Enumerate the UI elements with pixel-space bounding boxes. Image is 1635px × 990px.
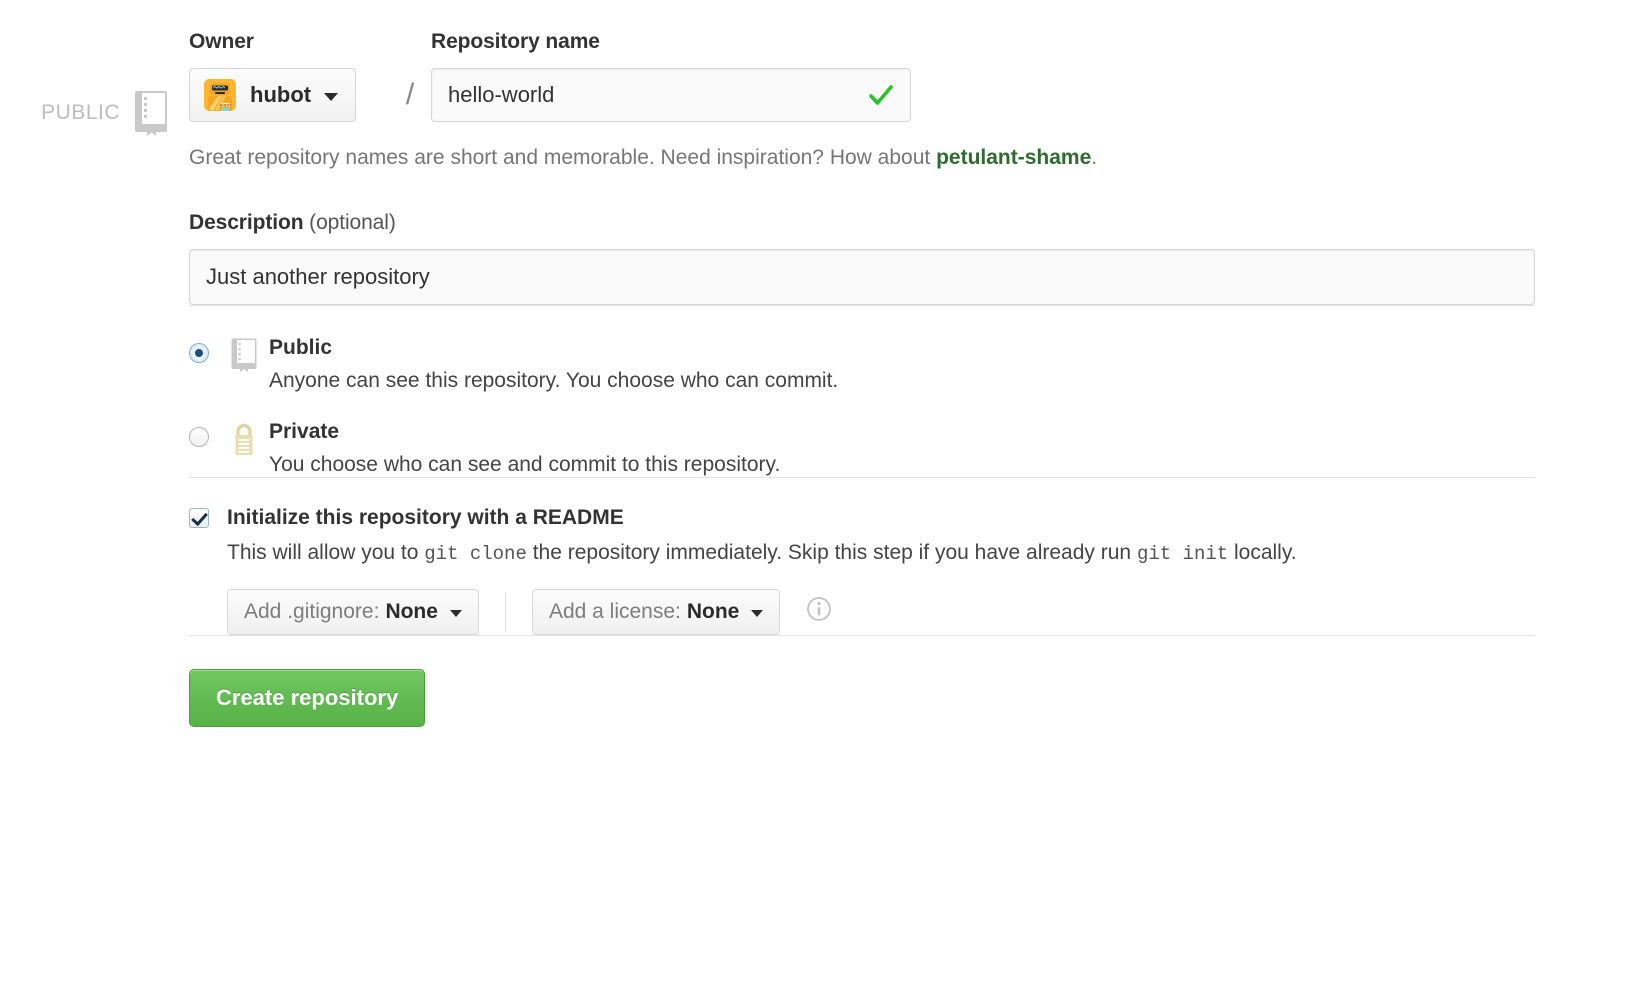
description-label-text: Description (189, 211, 304, 235)
new-repository-form: PUBLIC Owner HUBOT hubot / Repository na… (0, 0, 1635, 990)
visibility-options: Public Anyone can see this repository. Y… (189, 306, 1535, 477)
private-description: You choose who can see and commit to thi… (269, 452, 781, 476)
owner-name: hubot (250, 82, 312, 107)
public-option-text: Public Anyone can see this repository. Y… (269, 336, 1535, 393)
description-input-wrap (189, 249, 1535, 306)
submit-section: Create repository (189, 636, 1535, 727)
git-clone-code: git clone (424, 542, 527, 565)
private-title: Private (269, 419, 340, 443)
public-title: Public (269, 336, 333, 360)
hint-text-after: . (1091, 146, 1098, 169)
readme-desc-part3: locally. (1228, 540, 1297, 564)
license-dropdown-label: Add a license: (548, 599, 681, 623)
visibility-badge-label: PUBLIC (41, 101, 120, 124)
readme-desc-part2: the repository immediately. Skip this st… (526, 540, 1137, 564)
path-separator: / (405, 78, 415, 111)
description-field: Description (optional) (189, 211, 1535, 306)
readme-section: Initialize this repository with a README… (189, 478, 1535, 635)
readme-title: Initialize this repository with a README (227, 505, 624, 529)
hubot-avatar: HUBOT (203, 78, 237, 112)
lock-icon (229, 422, 259, 456)
book-icon (134, 90, 168, 136)
hint-text-before: Great repository names are short and mem… (189, 146, 937, 169)
repository-name-field: Repository name (431, 30, 911, 122)
license-dropdown[interactable]: Add a license: None (531, 588, 781, 635)
owner-and-name-row: Owner HUBOT hubot / Repository name hell… (189, 0, 1535, 122)
check-icon (868, 82, 894, 108)
repository-name-input[interactable] (432, 69, 910, 121)
readme-desc-part1: This will allow you to (227, 540, 425, 564)
gitignore-dropdown-value: None (385, 599, 438, 623)
owner-label: Owner (189, 30, 254, 53)
book-icon (229, 338, 259, 373)
repository-name-hint: Great repository names are short and mem… (189, 144, 1535, 171)
description-label: Description (optional) (189, 211, 1535, 235)
private-option-text: Private You choose who can see and commi… (269, 420, 1535, 477)
visibility-option-private[interactable]: Private You choose who can see and commi… (189, 420, 1535, 477)
info-icon[interactable] (806, 596, 832, 627)
git-init-code: git init (1136, 542, 1229, 565)
repository-name-input-wrap (431, 68, 911, 122)
visibility-indicator: PUBLIC (0, 78, 180, 148)
svg-text:HUBOT: HUBOT (220, 103, 231, 107)
suggested-name-link[interactable]: petulant-shame (936, 146, 1091, 169)
description-input[interactable] (190, 250, 1534, 305)
dropdown-divider (504, 591, 506, 632)
readme-checkbox-row[interactable]: Initialize this repository with a README (189, 506, 1535, 530)
readme-checkbox[interactable] (189, 507, 209, 528)
gitignore-dropdown[interactable]: Add .gitignore: None (227, 588, 479, 635)
owner-field: Owner HUBOT hubot (189, 30, 389, 122)
chevron-down-icon (324, 92, 339, 101)
public-radio[interactable] (189, 343, 209, 364)
chevron-down-icon (751, 609, 764, 617)
chevron-down-icon (449, 609, 462, 617)
create-repository-button[interactable]: Create repository (189, 668, 426, 727)
visibility-option-public[interactable]: Public Anyone can see this repository. Y… (189, 336, 1535, 393)
license-dropdown-value: None (686, 599, 740, 623)
owner-select-button[interactable]: HUBOT hubot (189, 68, 357, 122)
repository-name-label: Repository name (431, 30, 600, 53)
repository-extras-row: Add .gitignore: None Add a license: None (227, 588, 1535, 635)
gitignore-dropdown-label: Add .gitignore: (244, 599, 380, 623)
description-optional-text: (optional) (309, 211, 396, 235)
public-description: Anyone can see this repository. You choo… (269, 369, 839, 393)
readme-description: This will allow you to git clone the rep… (227, 540, 1535, 567)
private-radio[interactable] (189, 426, 209, 447)
